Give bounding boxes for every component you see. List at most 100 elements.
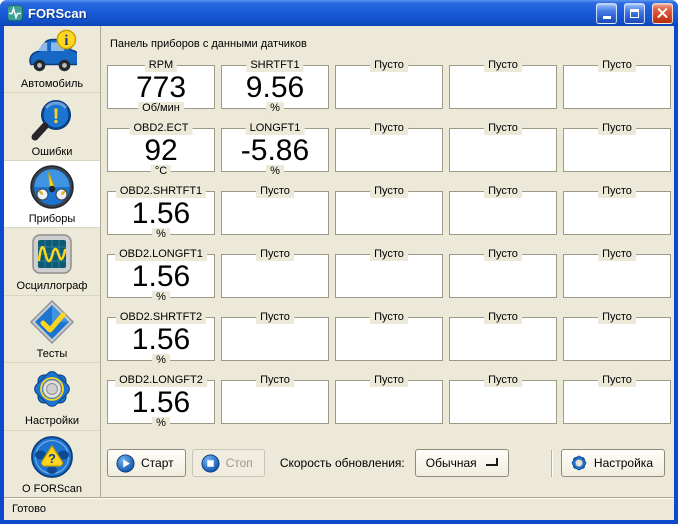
- refresh-rate-label: Скорость обновления:: [279, 456, 405, 470]
- dashboard-settings-button[interactable]: Настройка: [560, 449, 665, 477]
- forscan-window: FORScan i Автомобиль ! Ошибки Приборы Ос…: [0, 0, 678, 524]
- sensor-label: Пусто: [370, 185, 408, 198]
- sidebar-item-car[interactable]: i Автомобиль: [4, 26, 100, 94]
- sensor-label: Пусто: [598, 122, 636, 135]
- sensor-cell[interactable]: Пусто: [563, 374, 671, 424]
- sensor-label: OBD2.ECT: [129, 122, 193, 135]
- sidebar-item-gauges[interactable]: Приборы: [4, 160, 100, 229]
- sensor-cell[interactable]: Пусто: [449, 185, 557, 235]
- sensor-cell[interactable]: Пусто: [449, 311, 557, 361]
- sensor-cell[interactable]: LONGFT1 -5.86 %: [221, 122, 329, 178]
- sensor-cell[interactable]: OBD2.ECT 92 °C: [107, 122, 215, 178]
- sensor-cell[interactable]: RPM 773 Об/мин: [107, 59, 215, 115]
- sensor-value: [564, 381, 670, 423]
- stop-icon: [201, 453, 220, 473]
- sensor-cell[interactable]: Пусто: [335, 374, 443, 424]
- gauges-icon: [27, 163, 77, 211]
- sidebar-item-errors[interactable]: ! Ошибки: [4, 93, 100, 161]
- window-title: FORScan: [28, 5, 87, 21]
- sensor-cell[interactable]: Пусто: [335, 248, 443, 298]
- sensor-value: [222, 318, 328, 360]
- sensor-value: [450, 255, 556, 297]
- sensor-label: OBD2.LONGFT1: [115, 248, 207, 261]
- sensor-value: [336, 381, 442, 423]
- sensor-cell[interactable]: SHRTFT1 9.56 %: [221, 59, 329, 115]
- sensor-cell[interactable]: Пусто: [449, 59, 557, 109]
- sensor-label: Пусто: [598, 59, 636, 72]
- stop-button-label: Стоп: [225, 456, 253, 470]
- start-button-label: Старт: [141, 456, 174, 470]
- sensor-label: Пусто: [370, 122, 408, 135]
- sensor-label: Пусто: [598, 311, 636, 324]
- sensor-cell[interactable]: Пусто: [221, 311, 329, 361]
- sensor-value: [222, 192, 328, 234]
- oscilloscope-icon: [27, 230, 77, 278]
- sensor-label: Пусто: [256, 248, 294, 261]
- sensor-cell[interactable]: Пусто: [221, 248, 329, 298]
- sensor-cell[interactable]: OBD2.LONGFT1 1.56 %: [107, 248, 215, 304]
- sidebar-item-tests[interactable]: Тесты: [4, 296, 100, 364]
- car-info-icon: i: [27, 28, 77, 76]
- minimize-button[interactable]: [596, 2, 617, 24]
- sensor-value: [564, 192, 670, 234]
- refresh-rate-dropdown[interactable]: Обычная: [414, 449, 509, 477]
- sensor-value: [450, 318, 556, 360]
- sensor-cell[interactable]: Пусто: [335, 122, 443, 172]
- sidebar-item-oscilloscope[interactable]: Осциллограф: [4, 228, 100, 296]
- sensor-value: [450, 129, 556, 171]
- sensor-label: Пусто: [598, 185, 636, 198]
- sensor-label: Пусто: [370, 59, 408, 72]
- sensor-cell[interactable]: Пусто: [563, 248, 671, 298]
- forscan-logo-icon: [7, 5, 23, 21]
- sensor-value: [336, 192, 442, 234]
- window-body: i Автомобиль ! Ошибки Приборы Осциллогра…: [4, 26, 674, 520]
- sensor-cell[interactable]: Пусто: [449, 122, 557, 172]
- sensor-label: Пусто: [370, 311, 408, 324]
- sensor-label: RPM: [144, 59, 178, 72]
- sidebar-item-about[interactable]: ? О FORScan: [4, 431, 100, 497]
- sensor-value: [222, 255, 328, 297]
- sensor-value: [564, 255, 670, 297]
- sensor-cell[interactable]: OBD2.LONGFT2 1.56 %: [107, 374, 215, 430]
- sensor-value: [564, 129, 670, 171]
- sensor-cell[interactable]: OBD2.SHRTFT1 1.56 %: [107, 185, 215, 241]
- sensor-label: Пусто: [484, 374, 522, 387]
- sensor-cell[interactable]: Пусто: [335, 59, 443, 109]
- sidebar-item-settings[interactable]: Настройки: [4, 363, 100, 431]
- sensor-label: OBD2.LONGFT2: [115, 374, 207, 387]
- sensor-cell[interactable]: Пусто: [449, 374, 557, 424]
- sensor-cell[interactable]: Пусто: [335, 185, 443, 235]
- svg-text:?: ?: [48, 451, 56, 466]
- sensor-cell[interactable]: Пусто: [563, 122, 671, 172]
- close-button[interactable]: [652, 2, 673, 24]
- sensor-label: Пусто: [598, 248, 636, 261]
- sensor-label: Пусто: [484, 311, 522, 324]
- sensor-cell[interactable]: Пусто: [221, 185, 329, 235]
- maximize-button[interactable]: [624, 2, 645, 24]
- sensor-cell[interactable]: Пусто: [221, 374, 329, 424]
- sidebar-item-label: Ошибки: [31, 145, 73, 158]
- sensor-label: Пусто: [484, 59, 522, 72]
- sensor-cell[interactable]: OBD2.SHRTFT2 1.56 %: [107, 311, 215, 367]
- about-wheel-icon: ?: [27, 433, 77, 481]
- stop-button[interactable]: Стоп: [191, 449, 265, 477]
- sensor-label: Пусто: [256, 374, 294, 387]
- sensor-cell[interactable]: Пусто: [449, 248, 557, 298]
- sensor-grid: RPM 773 Об/мин SHRTFT1 9.56 % Пусто Пуст…: [107, 59, 674, 430]
- sensor-label: Пусто: [370, 374, 408, 387]
- play-icon: [116, 453, 135, 473]
- sidebar: i Автомобиль ! Ошибки Приборы Осциллогра…: [4, 26, 101, 497]
- sensor-cell[interactable]: Пусто: [335, 311, 443, 361]
- minimize-icon: [602, 16, 611, 19]
- sensor-cell[interactable]: Пусто: [563, 311, 671, 361]
- sensor-unit: °C: [150, 165, 172, 178]
- sensor-unit: Об/мин: [138, 102, 184, 115]
- sensor-cell[interactable]: Пусто: [563, 185, 671, 235]
- page-title: Панель приборов с данными датчиков: [110, 38, 307, 50]
- start-button[interactable]: Старт: [107, 449, 186, 477]
- gear-icon: [571, 455, 587, 471]
- sensor-unit: %: [152, 354, 170, 367]
- sensor-unit: %: [266, 102, 284, 115]
- sensor-cell[interactable]: Пусто: [563, 59, 671, 109]
- sensor-value: [336, 318, 442, 360]
